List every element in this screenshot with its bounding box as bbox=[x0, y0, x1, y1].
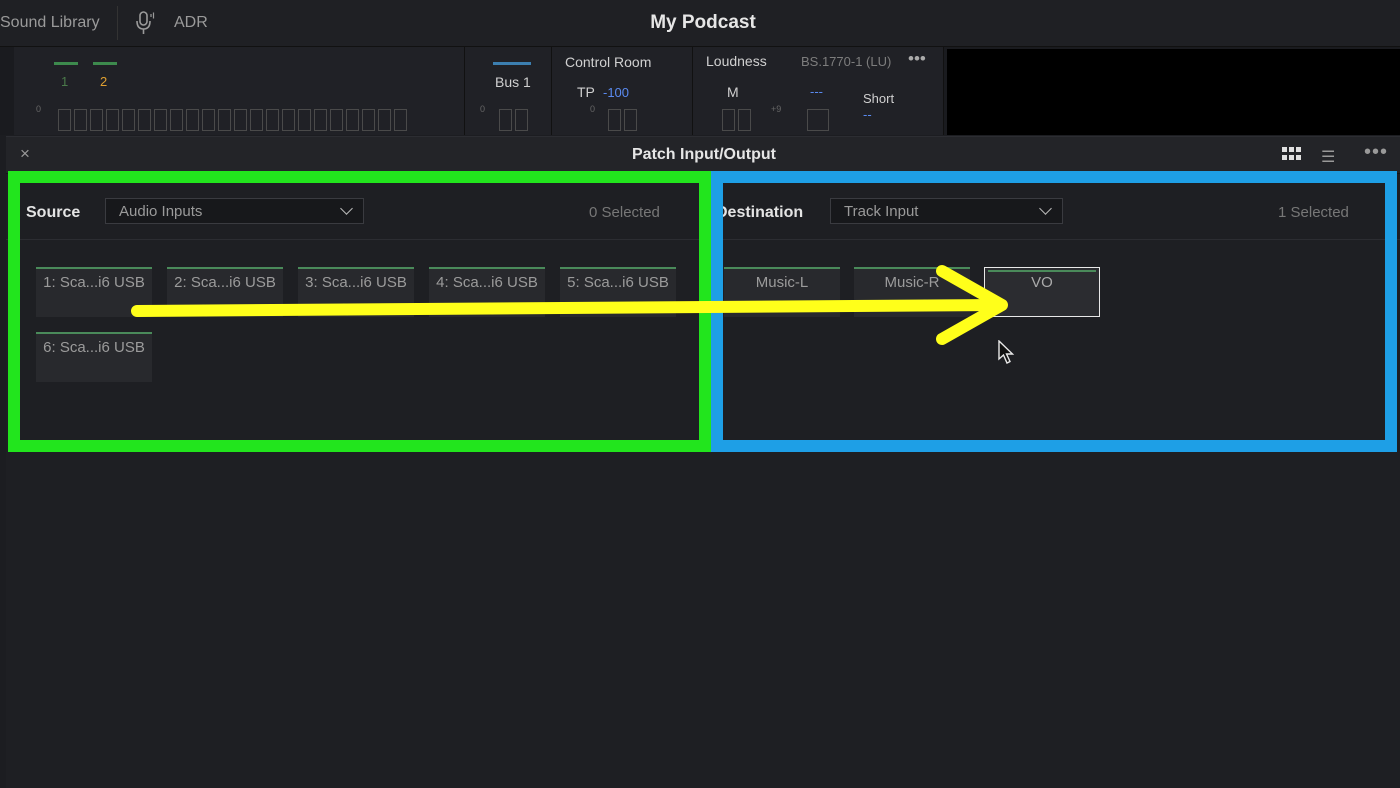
destination-section: Destination Track Input 1 Selected Music… bbox=[708, 173, 1400, 448]
destination-item-vo[interactable]: VO bbox=[984, 267, 1100, 317]
bus-indicator bbox=[493, 62, 531, 65]
source-dropdown-value: Audio Inputs bbox=[119, 203, 203, 220]
loudness-slot-short bbox=[807, 109, 829, 131]
destination-dropdown[interactable]: Track Input bbox=[830, 198, 1063, 224]
short-label: Short bbox=[863, 91, 895, 106]
loudness-slots bbox=[722, 109, 751, 131]
more-icon[interactable]: ••• bbox=[1364, 141, 1388, 164]
source-item-1[interactable]: 1: Sca...i6 USB bbox=[36, 267, 152, 317]
control-room-slots bbox=[608, 109, 637, 131]
patch-window: × Patch Input/Output ☰ ••• Source Audio … bbox=[6, 136, 1400, 788]
track-2-indicator bbox=[93, 62, 117, 65]
bus-meter-slots bbox=[499, 109, 528, 131]
loudness-more-icon[interactable]: ••• bbox=[908, 49, 926, 69]
source-item-3[interactable]: 3: Sca...i6 USB bbox=[298, 267, 414, 317]
m-value: --- bbox=[810, 84, 823, 99]
chevron-down-icon bbox=[340, 202, 353, 215]
scale-label: 0 bbox=[590, 104, 596, 114]
control-room-label: Control Room bbox=[565, 54, 652, 70]
destination-item-music-l[interactable]: Music-L bbox=[724, 267, 840, 317]
top-bar: Sound Library ADR My Podcast bbox=[0, 0, 1400, 47]
scale-label: 0 bbox=[36, 104, 42, 114]
source-item-2[interactable]: 2: Sca...i6 USB bbox=[167, 267, 283, 317]
source-dropdown[interactable]: Audio Inputs bbox=[105, 198, 364, 224]
list-view-icon[interactable]: ☰ bbox=[1321, 147, 1335, 167]
tp-value: -100 bbox=[603, 85, 630, 100]
bus-meter-panel: Bus 1 0 bbox=[465, 47, 552, 135]
source-item-5[interactable]: 5: Sca...i6 USB bbox=[560, 267, 676, 317]
source-section: Source Audio Inputs 0 Selected 1: Sca...… bbox=[6, 173, 706, 448]
destination-item-music-r[interactable]: Music-R bbox=[854, 267, 970, 317]
destination-dropdown-value: Track Input bbox=[844, 203, 919, 220]
track-meters-panel: 1 2 0 bbox=[14, 47, 465, 135]
source-item-6[interactable]: 6: Sca...i6 USB bbox=[36, 332, 152, 382]
loudness-panel: Loudness BS.1770-1 (LU) ••• M --- Short … bbox=[693, 47, 944, 135]
project-title: My Podcast bbox=[650, 12, 756, 33]
m-label: M bbox=[727, 84, 739, 100]
source-header: Source Audio Inputs 0 Selected bbox=[6, 173, 706, 240]
scale-label: 0 bbox=[480, 104, 486, 114]
source-label: Source bbox=[26, 204, 81, 221]
source-item-4[interactable]: 4: Sca...i6 USB bbox=[429, 267, 545, 317]
destination-label: Destination bbox=[716, 204, 804, 221]
track-number-2: 2 bbox=[100, 74, 108, 89]
scale-label: +9 bbox=[771, 104, 782, 114]
video-preview bbox=[947, 49, 1400, 135]
short-value: -- bbox=[863, 107, 872, 122]
patch-title-bar: × Patch Input/Output ☰ ••• bbox=[6, 137, 1400, 174]
meters-strip: 1 2 0 Bus 1 0 Control Room TP -100 0 Lou… bbox=[0, 47, 1400, 135]
destination-selected-count: 1 Selected bbox=[1278, 204, 1349, 221]
tp-label: TP bbox=[577, 84, 595, 100]
grid-view-icon[interactable] bbox=[1282, 147, 1302, 161]
track-meter-slots bbox=[58, 109, 407, 131]
cursor-icon bbox=[998, 340, 1015, 364]
track-number-1: 1 bbox=[61, 74, 69, 89]
chevron-down-icon bbox=[1039, 202, 1052, 215]
control-room-panel: Control Room TP -100 0 bbox=[552, 47, 693, 135]
source-selected-count: 0 Selected bbox=[589, 204, 660, 221]
loudness-label: Loudness bbox=[706, 53, 767, 69]
loudness-standard[interactable]: BS.1770-1 (LU) bbox=[801, 54, 891, 69]
bus-label: Bus 1 bbox=[495, 74, 531, 90]
track-1-indicator bbox=[54, 62, 78, 65]
patch-title: Patch Input/Output bbox=[632, 146, 776, 163]
destination-header: Destination Track Input 1 Selected bbox=[708, 173, 1400, 240]
